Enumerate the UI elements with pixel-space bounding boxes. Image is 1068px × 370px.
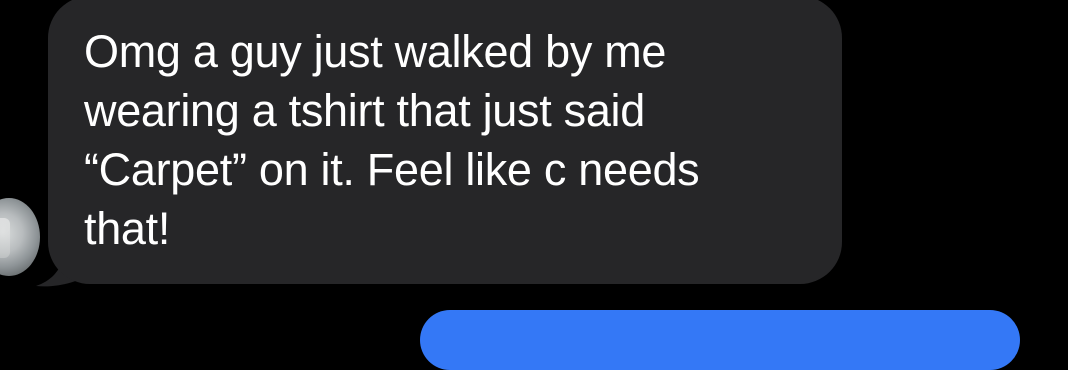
contact-avatar[interactable] bbox=[0, 198, 40, 276]
received-message-text: Omg a guy just walked by me wearing a ts… bbox=[84, 26, 700, 254]
sent-message-bubble[interactable] bbox=[420, 310, 1020, 370]
